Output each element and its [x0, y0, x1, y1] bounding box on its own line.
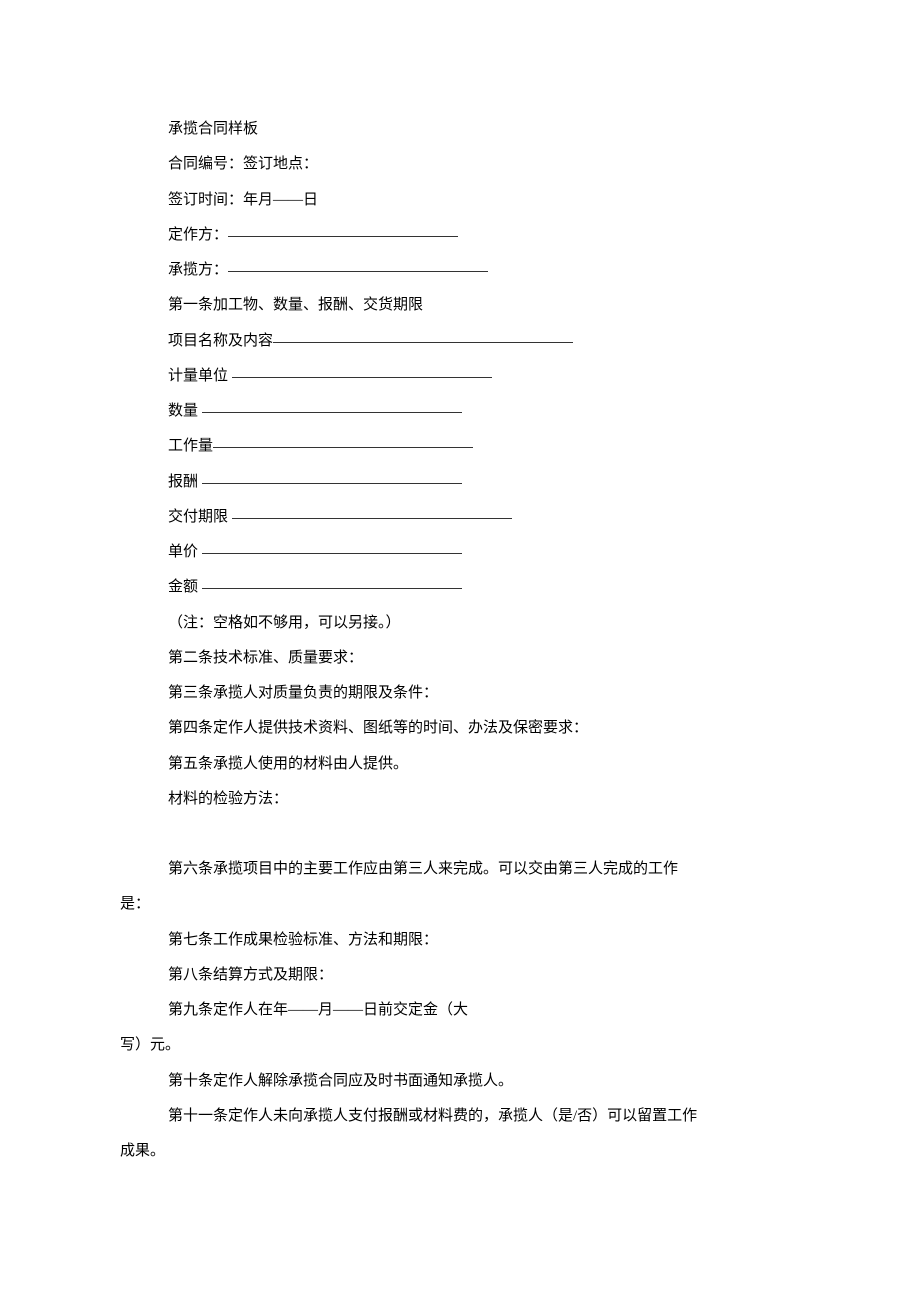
article-1-line: 第一条加工物、数量、报酬、交货期限: [120, 288, 800, 323]
quantity-label: 数量: [168, 403, 198, 419]
amount-blank: [202, 588, 462, 589]
quantity-blank: [202, 412, 462, 413]
party-a-label: 定作方：: [168, 227, 228, 243]
article-9-text-a: 第九条定作人在年——月——日前交定金（大: [168, 1002, 468, 1018]
title-text: 承揽合同样板: [168, 121, 258, 137]
remuneration-blank: [202, 483, 462, 484]
amount-line: 金额: [120, 570, 800, 605]
price-blank: [202, 553, 462, 554]
project-name-line: 项目名称及内容: [120, 324, 800, 359]
article-5-line: 第五条承揽人使用的材料由人提供。: [120, 747, 800, 782]
party-a-blank: [228, 236, 458, 237]
project-name-blank: [273, 342, 573, 343]
unit-line: 计量单位: [120, 359, 800, 394]
article-6-line-a: 第六条承揽项目中的主要工作应由第三人来完成。可以交由第三人完成的工作: [120, 852, 800, 887]
article-2-line: 第二条技术标准、质量要求：: [120, 641, 800, 676]
note-text: （注：空格如不够用，可以另接。）: [168, 615, 401, 631]
article-9-line-b: 写）元。: [120, 1028, 800, 1063]
document-page: 承揽合同样板 合同编号：签订地点： 签订时间：年月——日 定作方： 承揽方： 第…: [0, 0, 920, 1169]
price-line: 单价: [120, 535, 800, 570]
article-8-line: 第八条结算方式及期限：: [120, 958, 800, 993]
party-a-line: 定作方：: [120, 218, 800, 253]
sign-time-line: 签订时间：年月——日: [120, 183, 800, 218]
quantity-line: 数量: [120, 394, 800, 429]
article-9-text-b: 写）元。: [120, 1037, 180, 1053]
title-line: 承揽合同样板: [120, 112, 800, 147]
project-name-label: 项目名称及内容: [168, 333, 273, 349]
article-1-text: 第一条加工物、数量、报酬、交货期限: [168, 297, 423, 313]
price-label: 单价: [168, 544, 198, 560]
article-11-text-b: 成果。: [120, 1143, 165, 1159]
article-6-text-b: 是：: [120, 896, 150, 912]
contract-number-line: 合同编号：签订地点：: [120, 147, 800, 182]
unit-label: 计量单位: [168, 368, 228, 384]
material-check-text: 材料的检验方法：: [168, 791, 288, 807]
article-9-line-a: 第九条定作人在年——月——日前交定金（大: [120, 993, 800, 1028]
article-11-line-a: 第十一条定作人未向承揽人支付报酬或材料费的，承揽人（是/否）可以留置工作: [120, 1099, 800, 1134]
article-6-text-a: 第六条承揽项目中的主要工作应由第三人来完成。可以交由第三人完成的工作: [168, 861, 678, 877]
delivery-line: 交付期限: [120, 500, 800, 535]
party-b-label: 承揽方：: [168, 262, 228, 278]
article-7-text: 第七条工作成果检验标准、方法和期限：: [168, 932, 438, 948]
sign-time-text: 签订时间：年月——日: [168, 192, 318, 208]
article-10-text: 第十条定作人解除承揽合同应及时书面通知承揽人。: [168, 1073, 513, 1089]
remuneration-line: 报酬: [120, 465, 800, 500]
workload-blank: [213, 447, 473, 448]
delivery-label: 交付期限: [168, 509, 228, 525]
article-5-text: 第五条承揽人使用的材料由人提供。: [168, 756, 408, 772]
unit-blank: [232, 377, 492, 378]
workload-line: 工作量: [120, 429, 800, 464]
paragraph-spacer: [120, 817, 800, 852]
article-4-line: 第四条定作人提供技术资料、图纸等的时间、办法及保密要求：: [120, 711, 800, 746]
article-7-line: 第七条工作成果检验标准、方法和期限：: [120, 923, 800, 958]
article-3-line: 第三条承揽人对质量负责的期限及条件：: [120, 676, 800, 711]
article-2-text: 第二条技术标准、质量要求：: [168, 650, 363, 666]
delivery-blank: [232, 518, 512, 519]
workload-label: 工作量: [168, 438, 213, 454]
article-6-line-b: 是：: [120, 887, 800, 922]
article-10-line: 第十条定作人解除承揽合同应及时书面通知承揽人。: [120, 1064, 800, 1099]
article-4-text: 第四条定作人提供技术资料、图纸等的时间、办法及保密要求：: [168, 720, 588, 736]
note-line: （注：空格如不够用，可以另接。）: [120, 606, 800, 641]
party-b-line: 承揽方：: [120, 253, 800, 288]
amount-label: 金额: [168, 579, 198, 595]
party-b-blank: [228, 271, 488, 272]
article-11-line-b: 成果。: [120, 1134, 800, 1169]
article-8-text: 第八条结算方式及期限：: [168, 967, 333, 983]
remuneration-label: 报酬: [168, 474, 198, 490]
article-3-text: 第三条承揽人对质量负责的期限及条件：: [168, 685, 438, 701]
article-11-text-a: 第十一条定作人未向承揽人支付报酬或材料费的，承揽人（是/否）可以留置工作: [168, 1108, 697, 1124]
contract-number-text: 合同编号：签订地点：: [168, 156, 318, 172]
material-check-line: 材料的检验方法：: [120, 782, 800, 817]
